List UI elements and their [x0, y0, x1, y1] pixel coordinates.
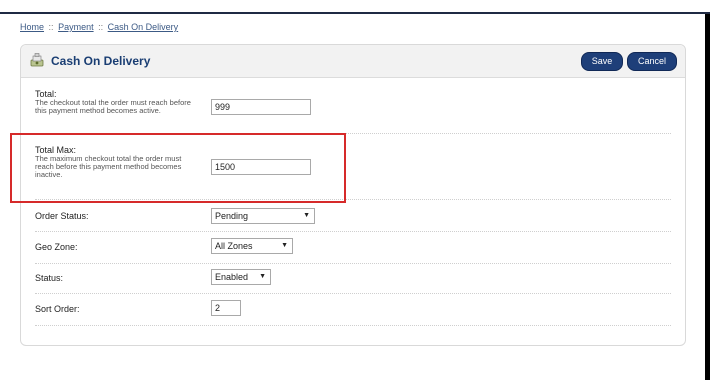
- order-status-select[interactable]: Pending ▼: [211, 208, 315, 224]
- form-row-total: Total: The checkout total the order must…: [35, 85, 671, 134]
- status-label: Status:: [35, 273, 64, 283]
- status-value: Enabled: [215, 272, 249, 282]
- geo-zone-select[interactable]: All Zones ▼: [211, 238, 293, 254]
- breadcrumb: Home :: Payment :: Cash On Delivery: [20, 22, 178, 32]
- breadcrumb-cash-on-delivery[interactable]: Cash On Delivery: [108, 22, 179, 32]
- breadcrumb-payment[interactable]: Payment: [58, 22, 94, 32]
- form-row-order-status: Order Status: Pending ▼: [35, 203, 671, 232]
- window-edge: [705, 14, 710, 380]
- sort-order-label: Sort Order:: [35, 304, 80, 314]
- chevron-down-icon: ▼: [303, 212, 310, 219]
- sort-order-input[interactable]: 2: [211, 300, 241, 316]
- order-status-value: Pending: [215, 211, 249, 221]
- breadcrumb-separator: ::: [98, 22, 104, 32]
- form-row-status: Status: Enabled ▼: [35, 263, 671, 294]
- total-help-text: The checkout total the order must reach …: [35, 98, 191, 115]
- top-border: [0, 12, 710, 14]
- status-select[interactable]: Enabled ▼: [211, 269, 271, 285]
- panel-header: Cash On Delivery Save Cancel: [21, 45, 685, 78]
- chevron-down-icon: ▼: [259, 273, 266, 280]
- order-status-label: Order Status:: [35, 211, 89, 221]
- save-button[interactable]: Save: [581, 52, 623, 71]
- breadcrumb-separator: ::: [48, 22, 54, 32]
- form-row-sort-order: Sort Order: 2: [35, 293, 671, 326]
- chevron-down-icon: ▼: [281, 242, 288, 249]
- geo-zone-value: All Zones: [215, 241, 253, 251]
- payment-icon: [29, 52, 45, 68]
- highlight-box: [10, 133, 346, 203]
- cancel-button[interactable]: Cancel: [627, 52, 677, 71]
- form-row-geo-zone: Geo Zone: All Zones ▼: [35, 233, 671, 264]
- geo-zone-label: Geo Zone:: [35, 242, 78, 252]
- total-input[interactable]: 999: [211, 99, 311, 115]
- page-title: Cash On Delivery: [51, 54, 151, 68]
- breadcrumb-home[interactable]: Home: [20, 22, 44, 32]
